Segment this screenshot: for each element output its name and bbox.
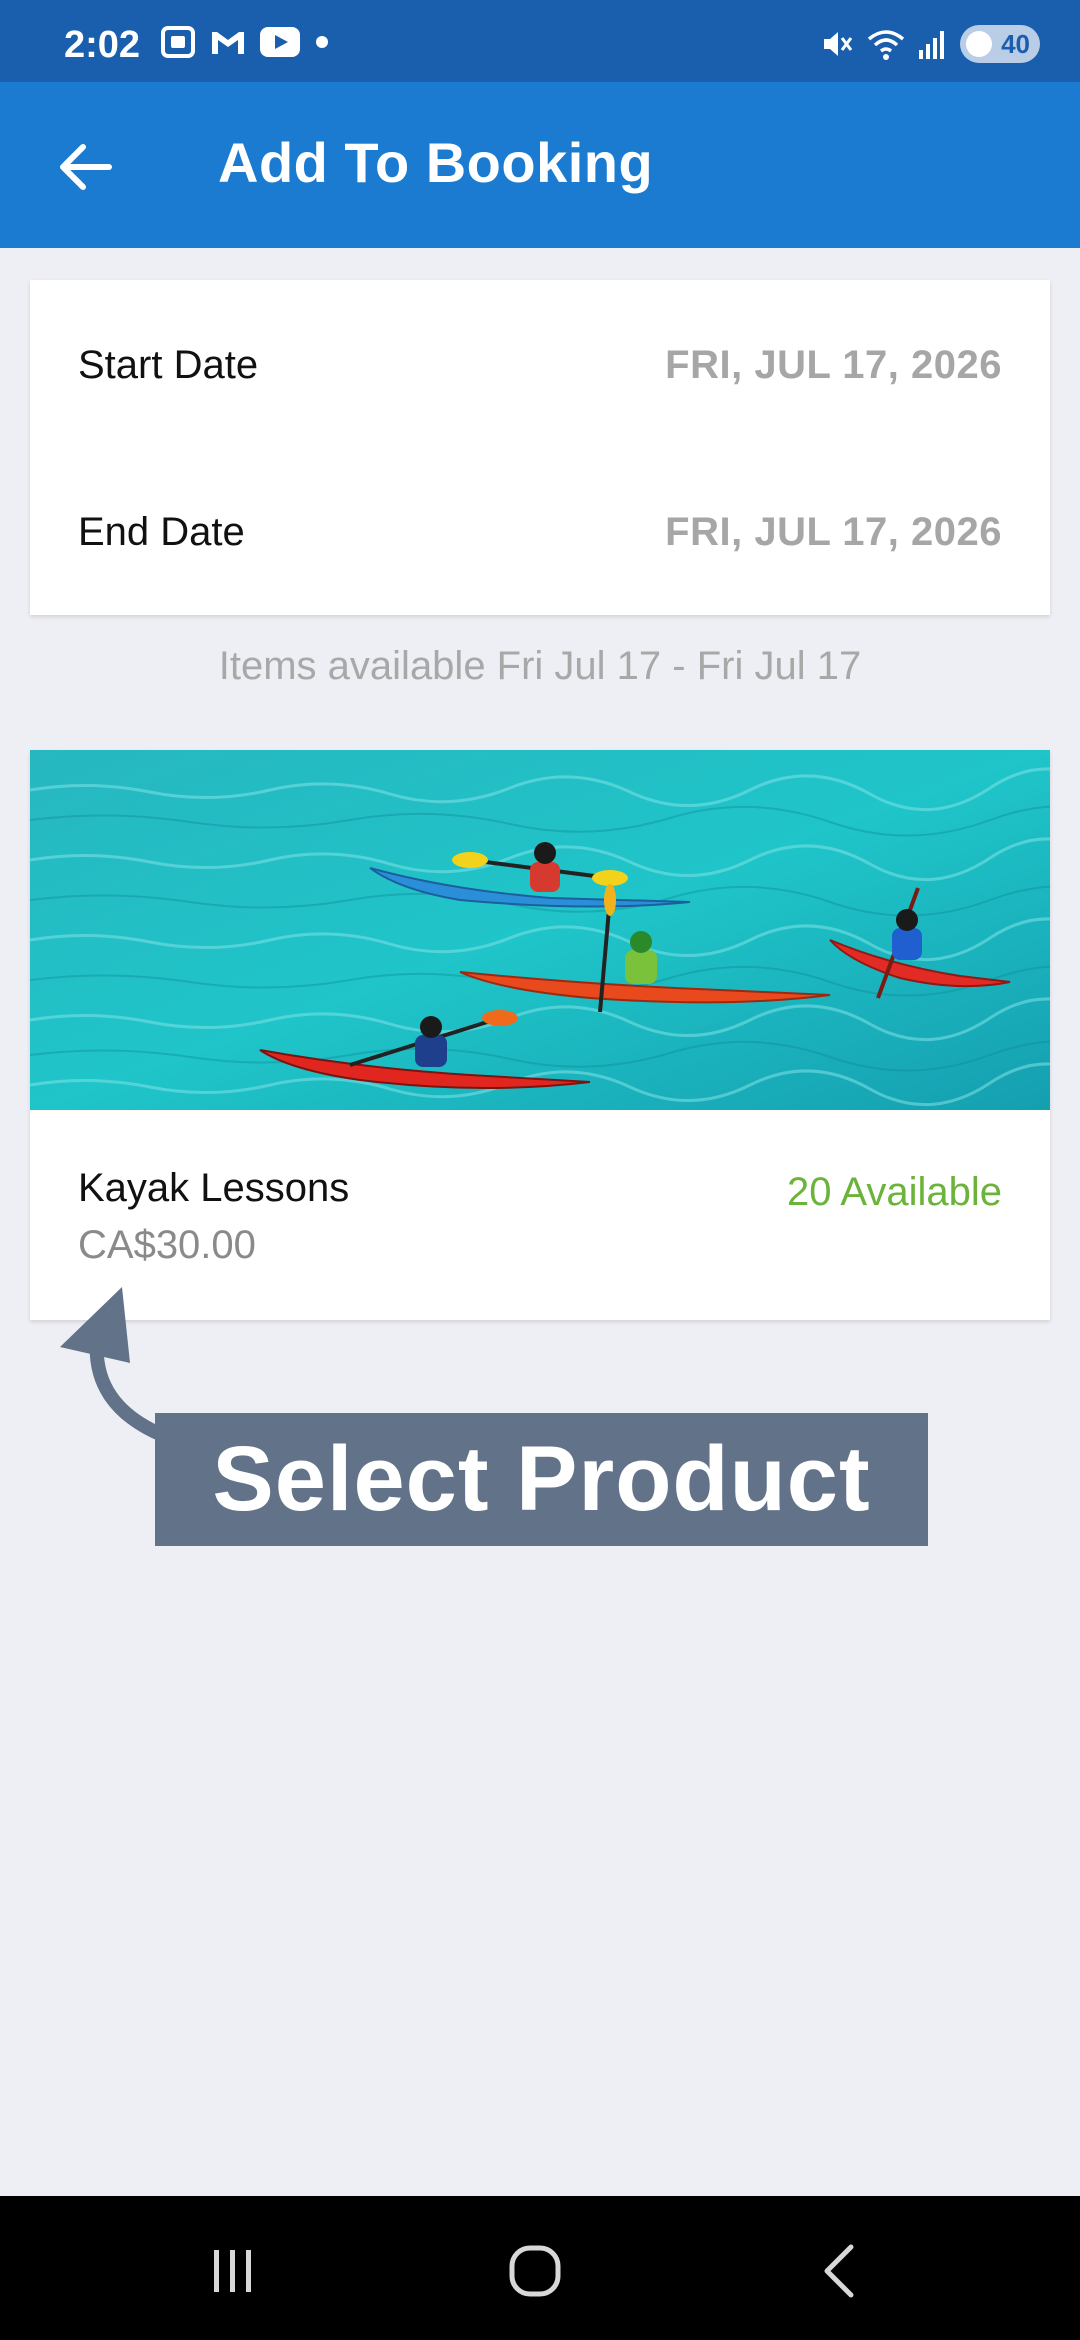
curved-arrow-icon	[60, 1287, 169, 1442]
home-icon	[509, 2245, 561, 2297]
product-card[interactable]: Kayak Lessons CA$30.00 20 Available	[30, 750, 1050, 1320]
home-button[interactable]	[490, 2236, 580, 2306]
gmail-icon	[212, 32, 244, 54]
battery-level: 40	[1001, 28, 1030, 59]
mute-icon	[824, 32, 853, 56]
wifi-icon	[867, 30, 905, 60]
product-price: CA$30.00	[78, 1223, 256, 1267]
end-date-label: End Date	[78, 509, 245, 554]
back-button[interactable]	[40, 122, 130, 212]
end-date-value[interactable]: FRI, JUL 17, 2026	[665, 510, 1002, 555]
page-title: Add To Booking	[218, 131, 654, 194]
start-date-row[interactable]: Start Date FRI, JUL 17, 2026	[78, 335, 1002, 395]
dates-card: Start Date FRI, JUL 17, 2026 End Date FR…	[30, 280, 1050, 615]
end-date-row[interactable]: End Date FRI, JUL 17, 2026	[78, 502, 1002, 562]
status-time: 2:02	[64, 24, 141, 66]
availability-note: Items available Fri Jul 17 - Fri Jul 17	[218, 644, 862, 688]
app-bar: Add To Booking	[0, 82, 1080, 248]
arrow-back-icon	[60, 144, 112, 190]
product-availability: 20 Available	[787, 1170, 1002, 1214]
youtube-icon	[260, 27, 300, 57]
screenshot-icon	[161, 26, 195, 58]
start-date-label: Start Date	[78, 342, 259, 387]
nav-back-button[interactable]	[794, 2236, 884, 2306]
nav-back-icon	[824, 2244, 854, 2298]
recents-icon	[214, 2250, 251, 2292]
battery-saver-icon	[966, 31, 992, 57]
product-name: Kayak Lessons	[78, 1166, 350, 1210]
navigation-bar	[0, 2196, 1080, 2340]
select-product-callout: Select Product	[155, 1413, 928, 1546]
kayak-photo	[30, 750, 1050, 1110]
system-icons: 40	[820, 25, 1040, 63]
notification-icons	[160, 26, 330, 58]
signal-icon	[919, 31, 944, 59]
recents-button[interactable]	[188, 2236, 278, 2306]
status-bar: 2:02 40	[0, 0, 1080, 82]
battery-icon: 40	[960, 25, 1040, 63]
dot-icon	[316, 36, 328, 48]
product-image	[30, 750, 1050, 1110]
start-date-value[interactable]: FRI, JUL 17, 2026	[665, 343, 1002, 388]
